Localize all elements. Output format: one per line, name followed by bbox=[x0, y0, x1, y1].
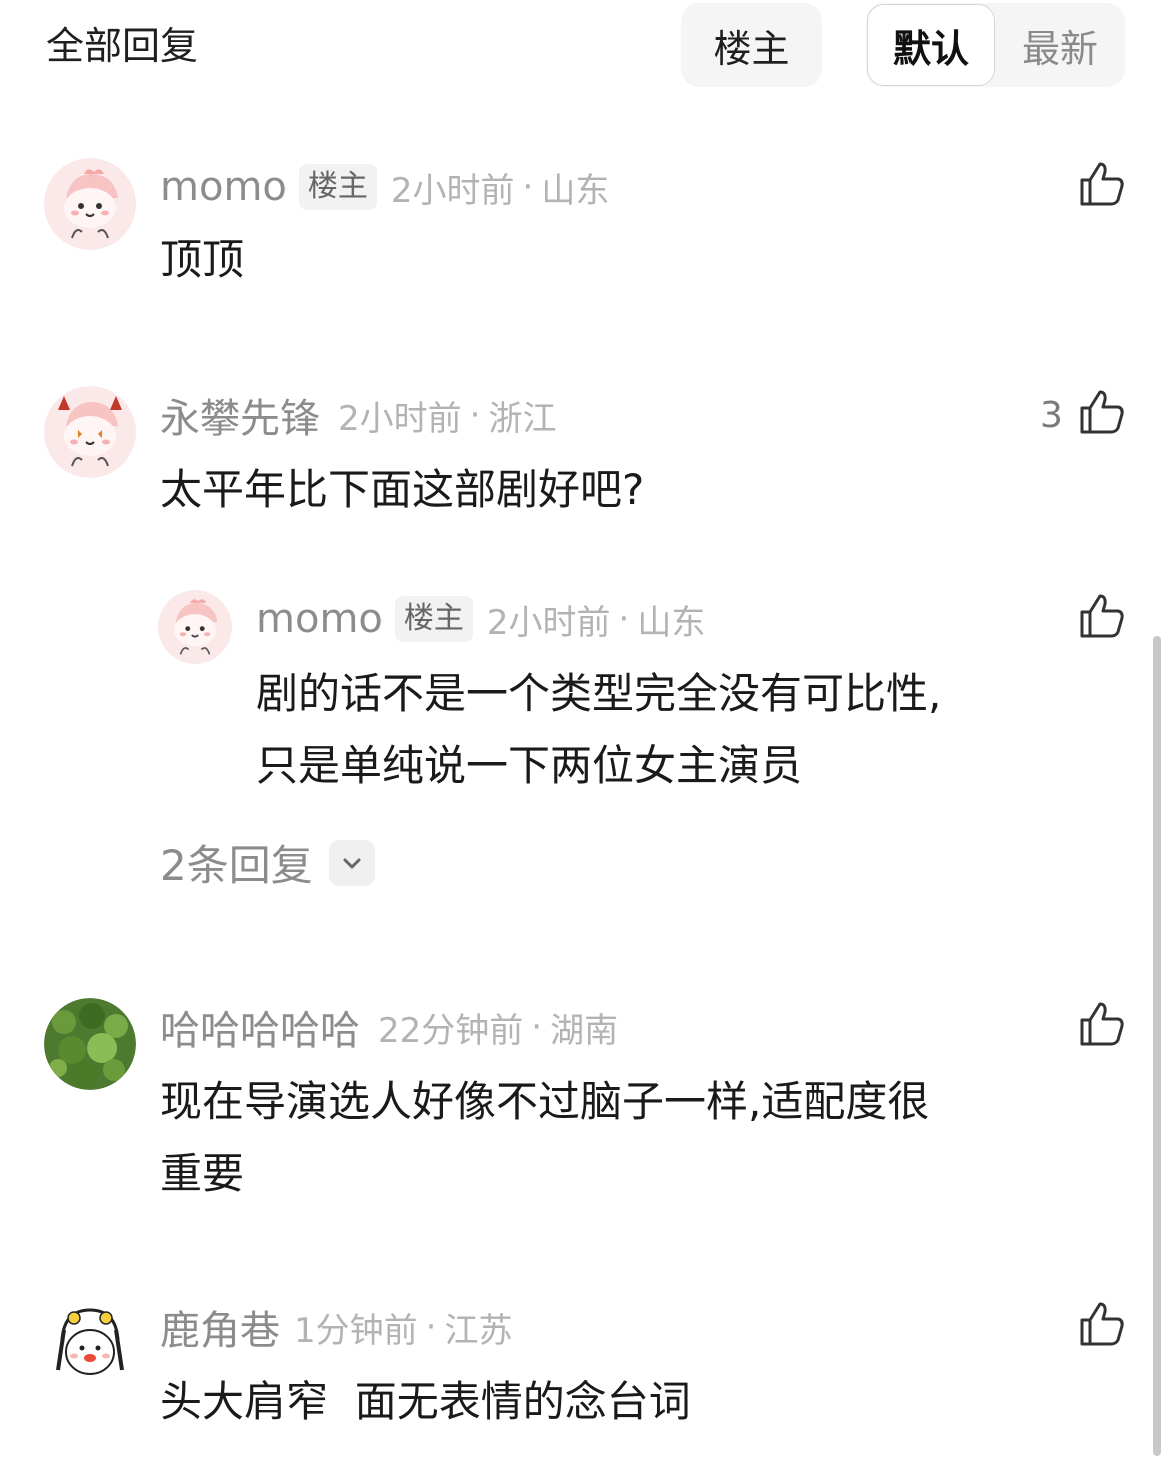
timestamp: 1分钟前 bbox=[294, 1310, 418, 1351]
like-count: 3 bbox=[1040, 395, 1063, 436]
avatar[interactable] bbox=[44, 386, 136, 478]
op-filter-button[interactable]: 楼主 bbox=[681, 3, 822, 87]
thumbs-up-icon[interactable] bbox=[1078, 388, 1126, 436]
timestamp: 2小时前 bbox=[486, 602, 611, 643]
reply-avatar[interactable] bbox=[158, 590, 232, 664]
comment-text: 顶顶 bbox=[160, 235, 245, 284]
username[interactable]: 哈哈哈哈哈 bbox=[160, 998, 360, 1056]
username[interactable]: 鹿角巷 bbox=[160, 1298, 280, 1356]
location: 江苏 bbox=[444, 1310, 513, 1351]
separator-dot: · bbox=[469, 395, 481, 435]
reply-text-line: 只是单纯说一下两位女主演员 bbox=[256, 741, 803, 790]
sort-toggle: 默认 最新 bbox=[866, 3, 1125, 87]
sort-default-button[interactable]: 默认 bbox=[867, 4, 995, 86]
comment-text-line: 现在导演选人好像不过脑子一样,适配度很 bbox=[160, 1077, 930, 1126]
expand-replies-button[interactable]: 2条回复 bbox=[160, 832, 375, 893]
thumbs-up-icon[interactable] bbox=[1078, 1000, 1126, 1048]
thumbs-up-icon[interactable] bbox=[1078, 160, 1126, 208]
expand-replies-label: 2条回复 bbox=[160, 841, 313, 890]
separator-dot: · bbox=[425, 1307, 437, 1347]
timestamp: 2小时前 bbox=[338, 398, 462, 439]
op-badge: 楼主 bbox=[394, 596, 473, 642]
comment-meta: 永攀先锋 2小时前 · 浙江 bbox=[160, 390, 557, 442]
avatar[interactable] bbox=[44, 158, 136, 250]
comment-text: 头大肩窄 面无表情的念台词 bbox=[160, 1377, 691, 1426]
comment-text: 太平年比下面这部剧好吧? bbox=[160, 465, 645, 514]
page-title: 全部回复 bbox=[46, 24, 199, 68]
separator-dot: · bbox=[618, 599, 630, 639]
location: 山东 bbox=[541, 170, 610, 211]
scrollbar[interactable] bbox=[1153, 636, 1161, 1456]
location: 山东 bbox=[637, 602, 706, 643]
comment-meta: momo 楼主 2小时前 · 山东 bbox=[160, 162, 609, 212]
thumbs-up-icon[interactable] bbox=[1078, 592, 1126, 640]
chevron-down-icon bbox=[328, 839, 375, 886]
avatar[interactable] bbox=[44, 1300, 136, 1392]
username[interactable]: 永攀先锋 bbox=[160, 386, 320, 444]
thumbs-up-icon[interactable] bbox=[1078, 1300, 1126, 1348]
avatar[interactable] bbox=[44, 998, 136, 1090]
separator-dot: · bbox=[522, 167, 534, 207]
comment-meta: 鹿角巷 1分钟前 · 江苏 bbox=[160, 1302, 513, 1354]
reply-meta: momo 楼主 2小时前 · 山东 bbox=[256, 594, 705, 644]
separator-dot: · bbox=[531, 1007, 543, 1047]
op-badge: 楼主 bbox=[298, 164, 377, 210]
timestamp: 2小时前 bbox=[390, 170, 515, 211]
reply-text-line: 剧的话不是一个类型完全没有可比性, bbox=[256, 669, 942, 718]
location: 浙江 bbox=[488, 398, 557, 439]
location: 湖南 bbox=[550, 1010, 619, 1051]
timestamp: 22分钟前 bbox=[378, 1010, 524, 1051]
comment-meta: 哈哈哈哈哈 22分钟前 · 湖南 bbox=[160, 1002, 619, 1054]
comment-text-line: 重要 bbox=[160, 1149, 245, 1198]
username[interactable]: momo bbox=[256, 596, 383, 642]
sort-latest-button[interactable]: 最新 bbox=[996, 4, 1124, 86]
username[interactable]: momo bbox=[160, 164, 287, 210]
